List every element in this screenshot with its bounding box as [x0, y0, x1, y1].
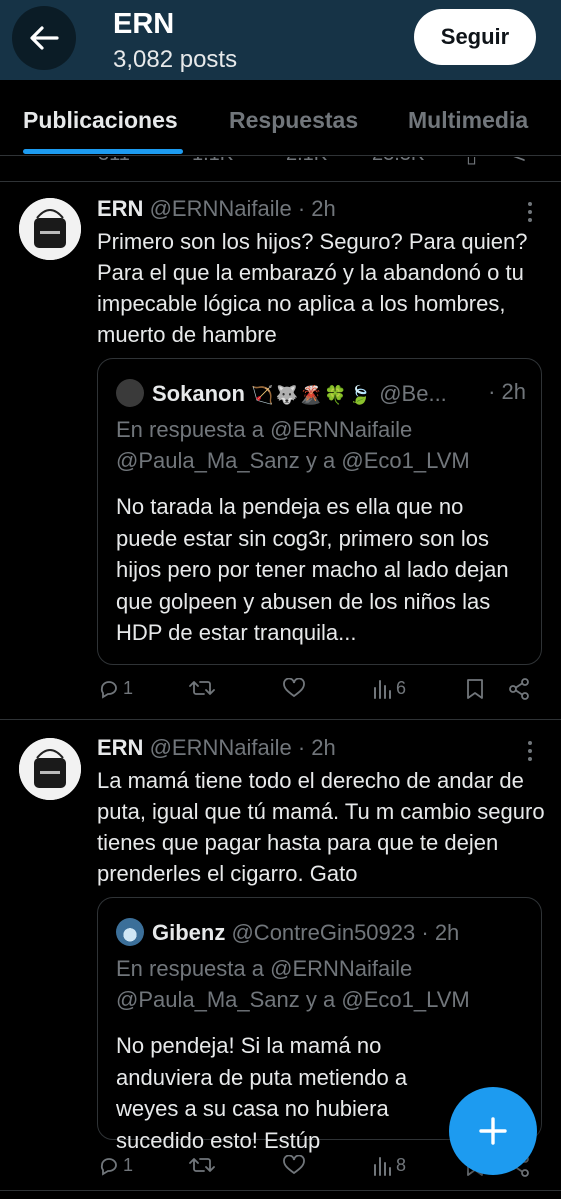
avatar[interactable] — [19, 738, 81, 800]
previous-tweet-actions: 311 1.1K 2.1K 23.3K ▯ ⋖ — [0, 157, 561, 182]
views-icon — [374, 1156, 391, 1176]
share-icon[interactable]: ⋖ — [510, 157, 527, 168]
more-icon[interactable] — [520, 739, 540, 763]
quoted-author-emoji: 🏹🐺🌋🍀🍃 — [251, 385, 374, 405]
retweet-icon — [189, 1158, 215, 1172]
like-icon — [283, 678, 305, 698]
share-icon — [509, 678, 529, 700]
views-count[interactable]: 23.3K — [372, 157, 424, 166]
active-tab-indicator — [23, 149, 183, 154]
quoted-author-name[interactable]: Sokanon — [152, 381, 245, 406]
tweet-header: ERN @ERNNaifaile · 2h — [97, 735, 336, 761]
quoted-tweet-time: · 2h — [421, 920, 460, 945]
more-icon[interactable] — [520, 200, 540, 224]
author-name[interactable]: ERN — [97, 735, 143, 760]
tweet-actions: 1 6 — [0, 678, 561, 708]
author-name[interactable]: ERN — [97, 196, 143, 221]
tweet-time: · 2h — [297, 735, 336, 760]
retweet-icon — [189, 681, 215, 695]
like-count[interactable]: 2.1K — [286, 157, 327, 166]
like-button[interactable] — [283, 678, 305, 698]
tweet-time: · 2h — [297, 196, 336, 221]
quoted-author-handle[interactable]: @Be... — [379, 381, 447, 406]
mention-link[interactable]: @ERNNaifaile — [270, 956, 412, 981]
bookmark-icon — [467, 679, 483, 699]
views-button[interactable]: 6 — [372, 678, 406, 699]
tweet-text: La mamá tiene todo el derecho de andar d… — [97, 768, 545, 886]
follow-button[interactable]: Seguir — [414, 9, 536, 65]
reply-icon — [100, 680, 117, 699]
quoted-author-handle[interactable]: @ContreGin50923 — [231, 920, 415, 945]
quoted-tweet-header: Sokanon 🏹🐺🌋🍀🍃 @Be... · 2h — [116, 379, 526, 407]
reply-prefix: En respuesta a — [116, 417, 264, 442]
tab-respuestas[interactable]: Respuestas — [229, 107, 358, 134]
reply-prefix: En respuesta a — [116, 956, 264, 981]
retweet-count[interactable]: 1.1K — [192, 157, 233, 166]
tweet-header: ERN @ERNNaifaile · 2h — [97, 196, 336, 222]
bookmark-icon[interactable]: ▯ — [466, 157, 477, 168]
reply-button[interactable]: 1 — [99, 1155, 133, 1176]
author-handle[interactable]: @ERNNaifaile — [150, 735, 292, 760]
reply-icon — [100, 1157, 117, 1176]
tweet[interactable]: ERN @ERNNaifaile · 2h Primero son los hi… — [0, 182, 561, 720]
quoted-author-name[interactable]: Gibenz — [152, 920, 225, 945]
mention-link[interactable]: @Paula_Ma_Sanz — [116, 448, 300, 473]
profile-title: ERN — [113, 8, 175, 40]
tab-publicaciones[interactable]: Publicaciones — [23, 107, 178, 134]
retweet-button[interactable] — [189, 678, 215, 698]
quoted-tweet-time: · 2h — [488, 379, 526, 404]
like-button[interactable] — [283, 1155, 305, 1175]
avatar[interactable] — [19, 198, 81, 260]
reply-context: En respuesta a @ERNNaifaile @Paula_Ma_Sa… — [116, 414, 470, 476]
reply-count: 1 — [123, 678, 134, 698]
compose-button[interactable] — [449, 1087, 537, 1175]
quoted-tweet-text: No pendeja! Si la mamá no anduviera de p… — [116, 1033, 408, 1153]
mention-link[interactable]: @ERNNaifaile — [270, 417, 412, 442]
tweet-text: Primero son los hijos? Seguro? Para quie… — [97, 229, 528, 347]
quoted-avatar[interactable] — [116, 379, 144, 407]
profile-tabs: Publicaciones Respuestas Multimedia — [0, 80, 561, 156]
bag-avatar-image — [19, 738, 81, 800]
retweet-button[interactable] — [189, 1155, 215, 1175]
reply-and: y a — [305, 987, 336, 1012]
mention-link[interactable]: @Paula_Ma_Sanz — [116, 987, 300, 1012]
bookmark-button[interactable] — [466, 678, 484, 700]
back-button[interactable] — [12, 6, 76, 70]
plus-icon — [479, 1117, 507, 1145]
reply-context: En respuesta a @ERNNaifaile @Paula_Ma_Sa… — [116, 953, 470, 1015]
views-button[interactable]: 8 — [372, 1155, 406, 1176]
profile-header: ERN 3,082 posts Seguir — [0, 0, 561, 80]
bag-avatar-image — [19, 198, 81, 260]
views-icon — [374, 679, 391, 699]
quoted-tweet-text: No tarada la pendeja es ella que no pued… — [116, 494, 509, 645]
quoted-tweet[interactable]: Sokanon 🏹🐺🌋🍀🍃 @Be... · 2h En respuesta a… — [97, 358, 542, 665]
tab-multimedia[interactable]: Multimedia — [408, 107, 528, 134]
author-handle[interactable]: @ERNNaifaile — [150, 196, 292, 221]
reply-button[interactable]: 1 — [99, 678, 133, 699]
posts-count: 3,082 posts — [113, 46, 238, 73]
like-icon — [283, 1155, 305, 1175]
quoted-tweet-header: Gibenz @ContreGin50923 · 2h — [116, 918, 526, 946]
back-arrow-icon — [30, 26, 59, 50]
views-count: 6 — [396, 678, 407, 698]
reply-and: y a — [305, 448, 336, 473]
mention-link[interactable]: @Eco1_LVM — [341, 448, 469, 473]
reply-count[interactable]: 311 — [98, 157, 130, 166]
views-count: 8 — [396, 1155, 407, 1175]
quoted-avatar[interactable] — [116, 918, 144, 946]
mention-link[interactable]: @Eco1_LVM — [341, 987, 469, 1012]
reply-count: 1 — [123, 1155, 134, 1175]
share-button[interactable] — [508, 678, 530, 700]
